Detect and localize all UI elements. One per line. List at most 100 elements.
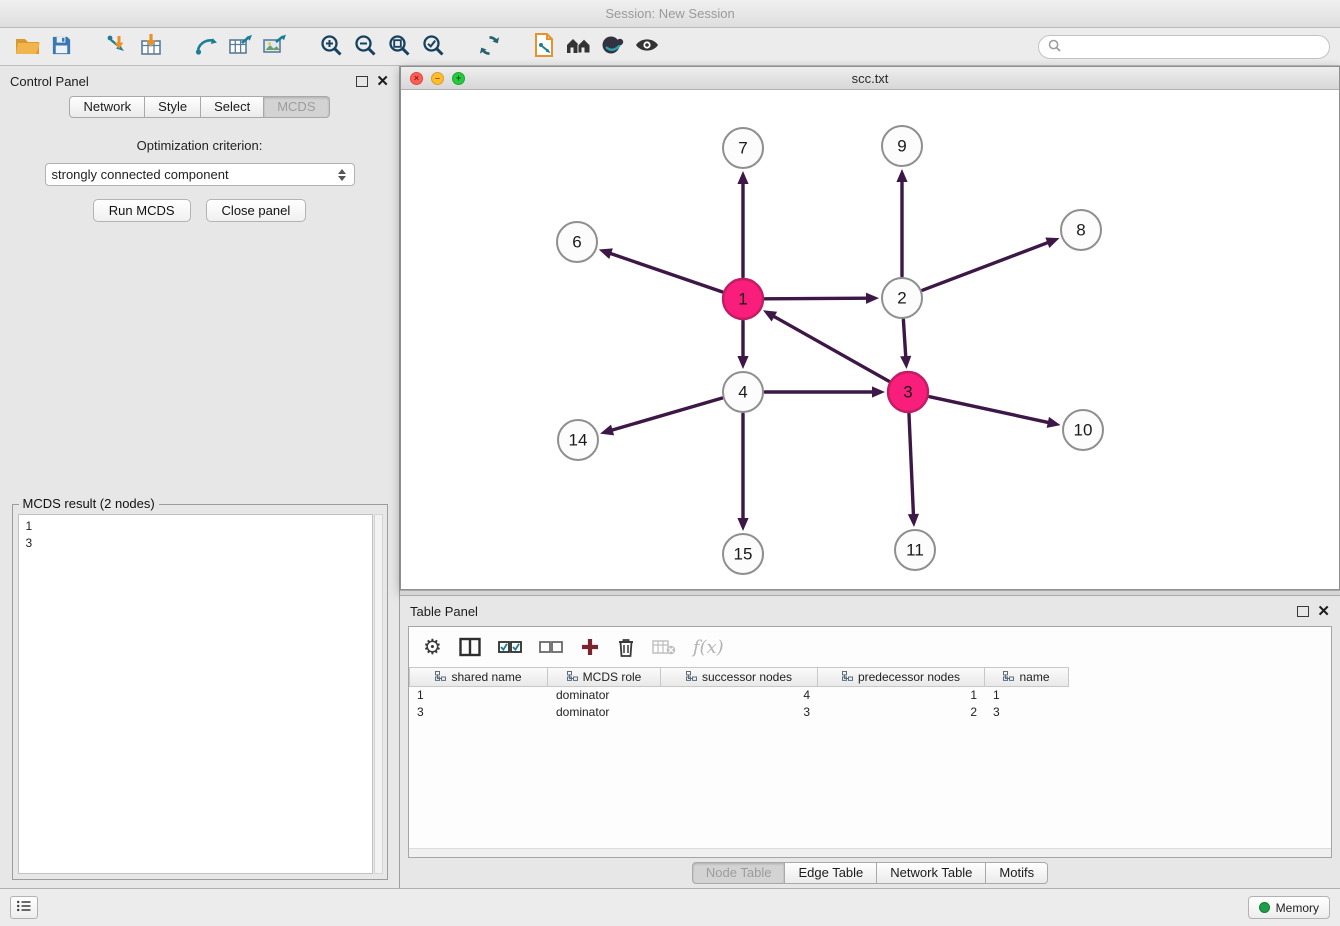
table-horizontal-scrollbar[interactable] <box>409 848 1331 857</box>
column-header-successor-nodes[interactable]: successor nodes <box>661 667 818 687</box>
delete-column-icon[interactable] <box>617 637 635 658</box>
table-cell[interactable]: dominator <box>548 704 661 721</box>
new-network-button[interactable] <box>190 31 224 63</box>
float-table-panel-icon[interactable] <box>1297 606 1309 617</box>
close-panel-button[interactable]: Close panel <box>206 199 307 222</box>
open-session-button[interactable] <box>10 31 44 63</box>
network-graph[interactable]: 7 9 6 8 1 2 4 3 14 10 15 11 <box>401 90 1331 589</box>
network-node-11[interactable]: 11 <box>895 530 935 570</box>
network-node-label: 6 <box>572 233 581 252</box>
export-table-button[interactable] <box>224 31 258 63</box>
details-button[interactable] <box>596 31 630 63</box>
save-session-button[interactable] <box>44 31 78 63</box>
network-edge-1-4[interactable] <box>737 321 748 369</box>
column-header-label: MCDS role <box>583 670 642 684</box>
tab-mcds[interactable]: MCDS <box>264 96 329 118</box>
optimization-criterion-select[interactable]: strongly connected component <box>45 163 355 186</box>
float-panel-icon[interactable] <box>356 76 368 87</box>
zoom-selected-button[interactable] <box>416 31 450 63</box>
run-mcds-button[interactable]: Run MCDS <box>93 199 191 222</box>
close-table-panel-icon[interactable]: ✕ <box>1317 604 1330 619</box>
network-node-3[interactable]: 3 <box>888 372 928 412</box>
mcds-result-line[interactable]: 1 <box>26 518 365 535</box>
settings-gear-icon[interactable]: ⚙ <box>423 635 442 660</box>
network-node-9[interactable]: 9 <box>882 126 922 166</box>
zoom-in-button[interactable] <box>314 31 348 63</box>
table-cell[interactable]: 3 <box>409 704 548 721</box>
network-document-icon <box>532 32 558 61</box>
network-node-1[interactable]: 1 <box>723 279 763 319</box>
network-node-15[interactable]: 15 <box>723 534 763 574</box>
maximize-window-icon[interactable]: + <box>452 72 465 85</box>
network-canvas[interactable]: 7 9 6 8 1 2 4 3 14 10 15 11 <box>401 90 1339 589</box>
network-window-titlebar[interactable]: × – + scc.txt <box>401 67 1339 90</box>
refresh-layout-button[interactable] <box>472 31 506 63</box>
network-edge-2-8[interactable] <box>923 238 1060 291</box>
column-header-name[interactable]: name <box>985 667 1069 687</box>
zoom-out-button[interactable] <box>348 31 382 63</box>
network-node-10[interactable]: 10 <box>1063 410 1103 450</box>
network-edge-3-1[interactable] <box>763 310 889 381</box>
tab-network[interactable]: Network <box>69 96 145 118</box>
column-header-MCDS-role[interactable]: MCDS role <box>548 667 661 687</box>
network-node-4[interactable]: 4 <box>723 372 763 412</box>
zoom-fit-button[interactable] <box>382 31 416 63</box>
table-row[interactable]: 1dominator411 <box>409 687 1331 704</box>
network-node-8[interactable]: 8 <box>1061 210 1101 250</box>
tab-network-table[interactable]: Network Table <box>877 862 986 884</box>
tab-select[interactable]: Select <box>201 96 264 118</box>
mcds-result-list[interactable]: 13 <box>18 514 373 874</box>
search-input[interactable] <box>1067 39 1320 54</box>
network-edge-4-3[interactable] <box>765 386 885 397</box>
table-cell[interactable]: 1 <box>818 687 985 704</box>
deselect-all-columns-icon[interactable] <box>539 639 563 655</box>
table-cell[interactable]: 2 <box>818 704 985 721</box>
network-edge-3-10[interactable] <box>929 397 1060 428</box>
import-network-url-button[interactable] <box>528 31 562 63</box>
import-table-file-button[interactable] <box>134 31 168 63</box>
table-empty-area[interactable] <box>409 721 1331 848</box>
tab-motifs[interactable]: Motifs <box>986 862 1048 884</box>
mcds-result-line[interactable]: 3 <box>26 535 365 552</box>
add-column-icon[interactable] <box>580 637 600 657</box>
minimize-window-icon[interactable]: – <box>431 72 444 85</box>
close-panel-icon[interactable]: ✕ <box>376 74 389 89</box>
import-network-file-button[interactable] <box>100 31 134 63</box>
network-edge-1-7[interactable] <box>737 171 748 277</box>
tab-edge-table[interactable]: Edge Table <box>785 862 877 884</box>
network-node-2[interactable]: 2 <box>882 278 922 318</box>
table-cell[interactable]: 4 <box>661 687 818 704</box>
network-edge-1-2[interactable] <box>765 293 879 304</box>
table-cell[interactable]: dominator <box>548 687 661 704</box>
home-button[interactable] <box>562 31 596 63</box>
column-header-shared-name[interactable]: shared name <box>409 667 548 687</box>
network-node-7[interactable]: 7 <box>723 128 763 168</box>
delete-table-icon[interactable] <box>652 638 676 656</box>
show-columns-icon[interactable] <box>459 637 481 657</box>
column-header-predecessor-nodes[interactable]: predecessor nodes <box>818 667 985 687</box>
tab-style[interactable]: Style <box>145 96 201 118</box>
task-history-button[interactable] <box>10 896 38 919</box>
show-graphics-details-button[interactable] <box>630 31 664 63</box>
network-node-14[interactable]: 14 <box>558 420 598 460</box>
network-edge-1-6[interactable] <box>599 248 722 291</box>
search-box[interactable] <box>1038 35 1330 59</box>
function-builder-icon[interactable]: f(x) <box>693 637 724 658</box>
network-edge-4-15[interactable] <box>737 414 748 531</box>
close-window-icon[interactable]: × <box>410 72 423 85</box>
table-cell[interactable]: 1 <box>409 687 548 704</box>
network-edge-2-3[interactable] <box>900 320 911 369</box>
table-cell[interactable]: 3 <box>985 704 1069 721</box>
table-row[interactable]: 3dominator323 <box>409 704 1331 721</box>
table-cell[interactable]: 3 <box>661 704 818 721</box>
export-image-button[interactable] <box>258 31 292 63</box>
result-scrollbar[interactable] <box>374 514 383 874</box>
tab-node-table[interactable]: Node Table <box>692 862 786 884</box>
table-cell[interactable]: 1 <box>985 687 1069 704</box>
memory-button[interactable]: Memory <box>1248 896 1330 919</box>
network-edge-2-9[interactable] <box>896 169 907 276</box>
network-node-6[interactable]: 6 <box>557 222 597 262</box>
network-edge-3-11[interactable] <box>908 414 919 527</box>
network-edge-4-14[interactable] <box>600 398 722 435</box>
select-all-columns-icon[interactable] <box>498 639 522 655</box>
